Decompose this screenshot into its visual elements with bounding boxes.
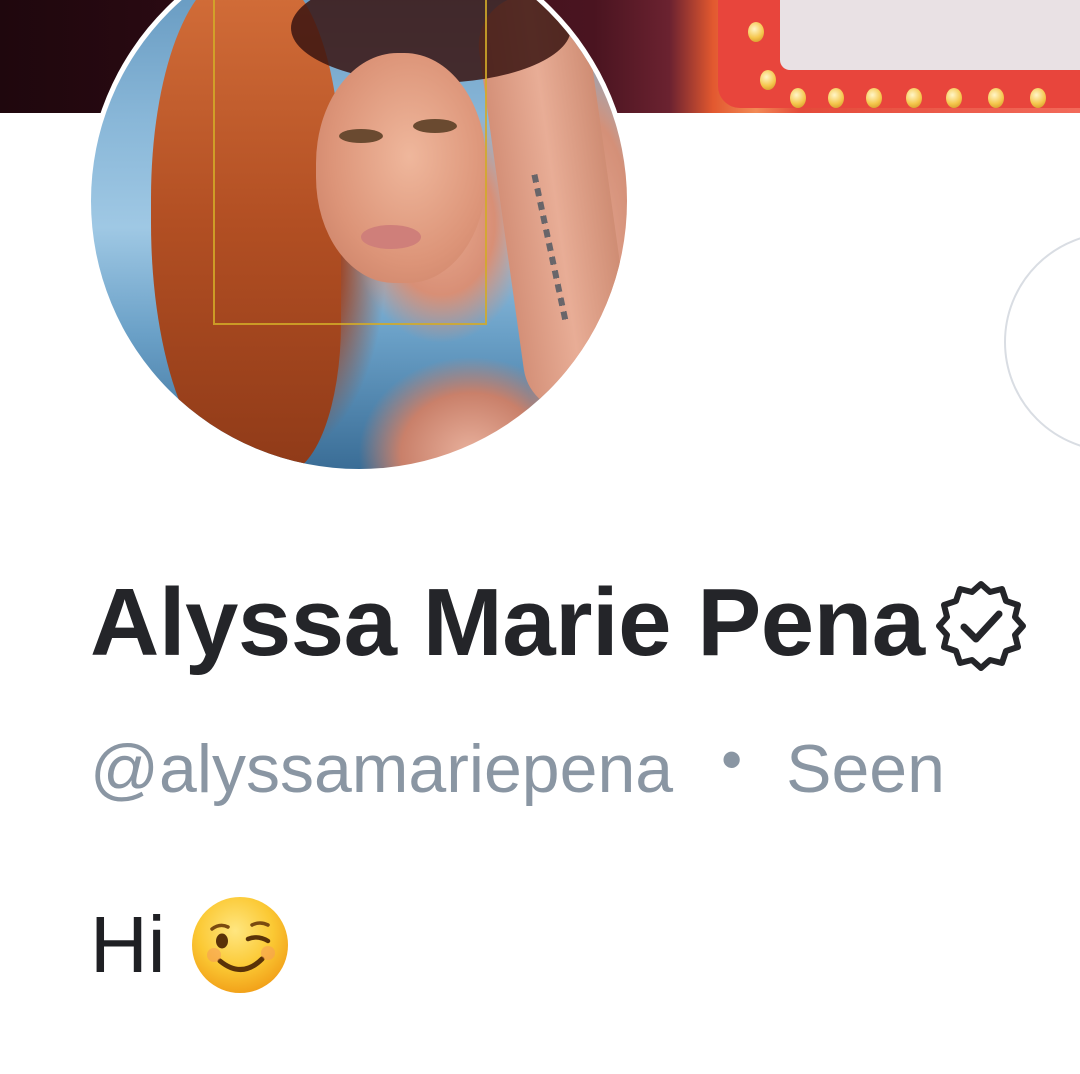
last-seen-status: Seen	[786, 731, 945, 807]
marquee-bulb	[1030, 88, 1046, 108]
winking-face-emoji-icon	[190, 895, 290, 995]
bio: Hi	[90, 890, 290, 1000]
marquee-bulb	[988, 88, 1004, 108]
avatar-face-detection-frame	[213, 0, 487, 325]
marquee-bulb	[748, 22, 764, 42]
profile-page: Alyssa Marie Pena @alyssamariepena • See…	[0, 0, 1080, 1074]
display-name: Alyssa Marie Pena	[90, 569, 925, 676]
marquee-bulb	[760, 70, 776, 90]
marquee-bulb	[866, 88, 882, 108]
bio-text: Hi	[90, 900, 166, 989]
verified-badge-icon	[933, 578, 1029, 674]
marquee-bulb	[790, 88, 806, 108]
cover-marquee-panel	[780, 0, 1080, 70]
profile-action-button[interactable]	[1004, 232, 1080, 452]
marquee-bulb	[828, 88, 844, 108]
name-row: Alyssa Marie Pena	[90, 568, 1029, 678]
handle-row: @alyssamariepena • Seen	[90, 724, 945, 814]
username-handle[interactable]: @alyssamariepena	[90, 730, 673, 808]
marquee-bulb	[906, 88, 922, 108]
marquee-bulb	[946, 88, 962, 108]
separator-dot: •	[721, 725, 743, 793]
